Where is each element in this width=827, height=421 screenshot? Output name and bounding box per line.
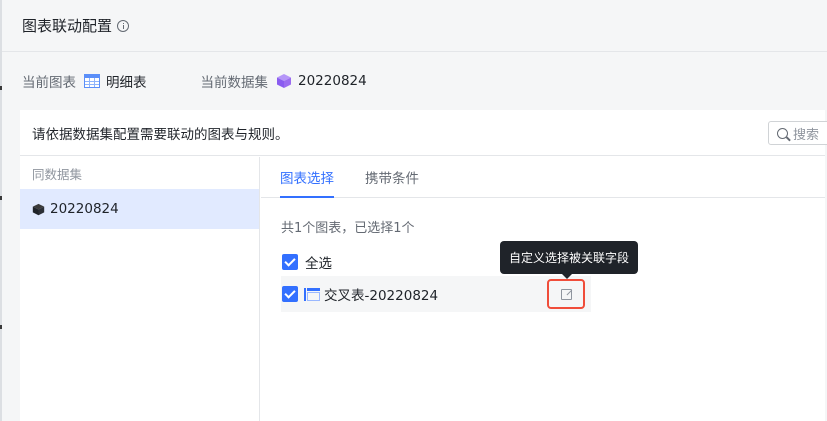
chart-list-item[interactable]: 交叉表-20220824 <box>281 276 591 312</box>
dataset-sidebar: 同数据集 20220824 <box>20 157 260 421</box>
tab-chart-selection[interactable]: 图表选择 <box>280 157 334 198</box>
current-dataset: 当前数据集 20220824 <box>201 71 367 91</box>
tab-carry-conditions[interactable]: 携带条件 <box>365 157 419 197</box>
selection-count: 共1个图表，已选择1个 <box>281 221 415 236</box>
select-all-checkbox[interactable] <box>282 254 298 270</box>
search-icon <box>777 127 788 139</box>
current-chart-value: 明细表 <box>106 75 147 91</box>
sidebar-group-title: 同数据集 <box>32 166 83 182</box>
select-all-label: 全选 <box>305 256 332 272</box>
current-dataset-value: 20220824 <box>298 73 367 89</box>
table-icon <box>84 74 100 88</box>
config-tabs: 图表选择 携带条件 <box>261 157 825 198</box>
dialog-title: 图表联动配置 <box>22 17 113 35</box>
select-all-row[interactable]: 全选 <box>282 252 332 272</box>
cross-table-icon <box>304 287 320 301</box>
edit-linked-fields-button[interactable] <box>547 279 585 309</box>
edit-fields-tooltip: 自定义选择被关联字段 <box>500 241 638 279</box>
chart-config-content: 图表选择 携带条件 共1个图表，已选择1个 全选 交叉表-20220824 <box>261 157 825 421</box>
info-circle-icon[interactable] <box>117 19 130 32</box>
panel-toolbar: 请依据数据集配置需要联动的图表与规则。 搜索 <box>20 110 827 156</box>
tooltip-text: 自定义选择被关联字段 <box>508 251 629 265</box>
linkage-panel: 请依据数据集配置需要联动的图表与规则。 搜索 同数据集 20220824 图表选… <box>20 110 827 421</box>
meta-row: 当前图表 明细表 当前数据集 20220824 <box>2 52 827 110</box>
current-chart-label: 当前图表 <box>22 75 76 91</box>
cube-icon <box>277 74 291 88</box>
current-dataset-label: 当前数据集 <box>200 75 269 91</box>
search-placeholder: 搜索 <box>793 127 820 143</box>
chart-item-label: 交叉表-20220824 <box>324 288 439 304</box>
dialog-header: 图表联动配置 <box>2 0 827 52</box>
chart-item-checkbox[interactable] <box>282 286 298 302</box>
cube-icon <box>32 203 45 215</box>
current-chart: 当前图表 明细表 <box>22 71 147 91</box>
sidebar-item-label: 20220824 <box>50 201 119 217</box>
search-input[interactable]: 搜索 <box>768 121 827 145</box>
sidebar-item-dataset[interactable]: 20220824 <box>20 189 259 229</box>
edit-icon <box>560 288 572 300</box>
instruction-text: 请依据数据集配置需要联动的图表与规则。 <box>32 126 289 143</box>
